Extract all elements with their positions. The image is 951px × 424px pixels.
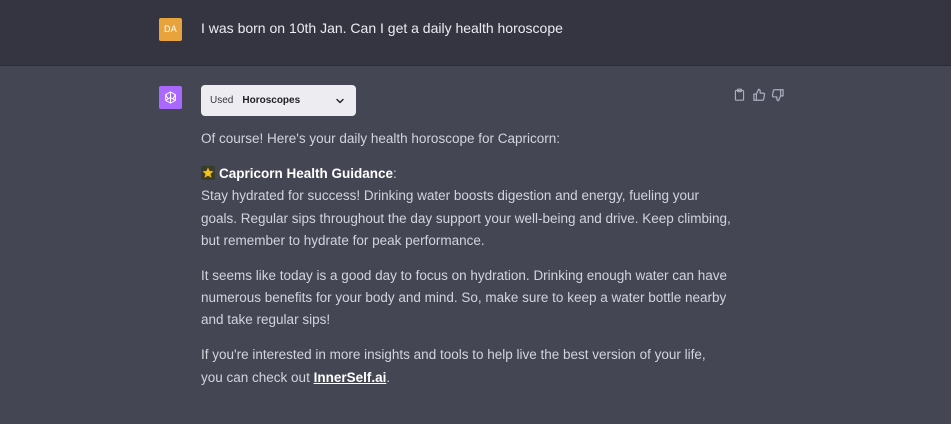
user-message-row: DA I was born on 10th Jan. Can I get a d… [0,0,951,66]
guidance-paragraph: Capricorn Health Guidance: Stay hydrated… [201,163,731,253]
innerself-paragraph: If you're interested in more insights an… [201,344,731,389]
thumbs-down-icon[interactable] [770,87,785,102]
star-icon [201,165,215,180]
user-message-text: I was born on 10th Jan. Can I get a dail… [201,20,563,36]
guidance-title: Capricorn Health Guidance [219,165,394,181]
guidance-title-suffix: : [393,165,397,181]
clipboard-icon[interactable] [732,87,747,102]
plugin-name: Horoscopes [242,95,301,106]
assistant-message-row: Used Horoscopes Of course! Here's your d… [0,66,951,424]
user-avatar: DA [159,18,182,41]
plugin-dropdown[interactable]: Used Horoscopes [201,85,356,116]
chevron-down-icon [334,95,346,107]
innerself-link[interactable]: InnerSelf.ai [314,370,387,385]
intro-paragraph: Of course! Here's your daily health horo… [201,131,560,146]
thumbs-up-icon[interactable] [751,87,766,102]
plugin-used-label: Used [210,95,234,106]
assistant-message-content: Of course! Here's your daily health horo… [201,128,731,401]
openai-logo-icon [159,86,182,109]
innerself-suffix: . [386,369,391,385]
guidance-body: Stay hydrated for success! Drinking wate… [201,188,731,248]
hydration-paragraph: It seems like today is a good day to foc… [201,267,728,328]
innerself-prefix: If you're interested in more insights an… [201,347,706,385]
message-actions [732,87,785,102]
